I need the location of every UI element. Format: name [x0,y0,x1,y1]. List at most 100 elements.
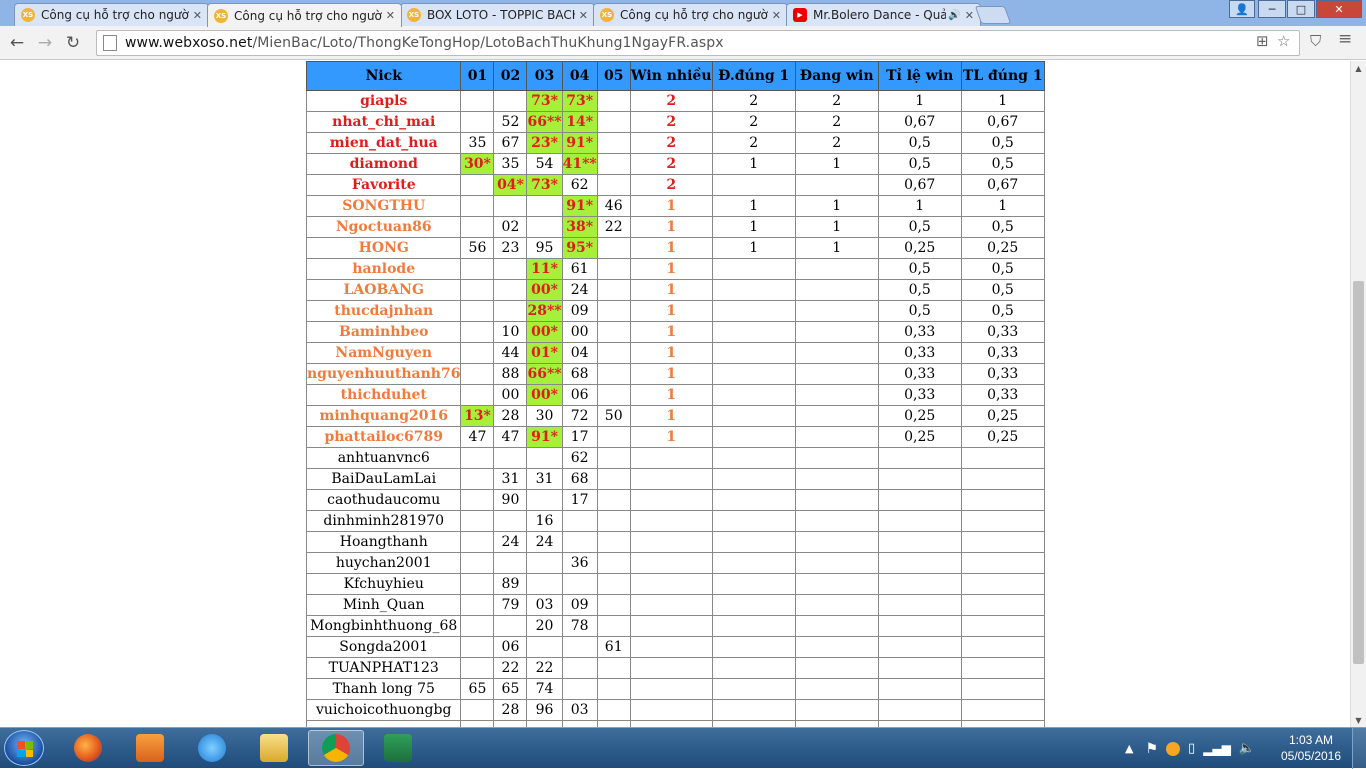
translate-icon[interactable]: ⊞ [1256,32,1269,50]
taskbar-app-button[interactable] [308,730,364,766]
start-button[interactable] [4,730,44,766]
day-cell: 41** [561,153,598,175]
new-tab-button[interactable] [974,6,1012,24]
browser-tab[interactable]: XS Công cụ hỗ trợ cho người ✕ [207,3,402,27]
day-cell: 31 [526,468,563,490]
day-cell: 96 [526,699,563,721]
xs-icon: XS [214,8,228,23]
browser-tab[interactable]: XS Công cụ hỗ trợ cho người ✕ [593,3,788,26]
close-tab-icon[interactable]: ✕ [193,9,202,22]
day-cell [460,384,495,406]
battery-icon[interactable]: ▯ [1188,741,1195,756]
win-count-cell [629,489,713,511]
close-tab-icon[interactable]: ✕ [965,9,974,22]
taskbar-app-button[interactable] [184,730,240,766]
first-correct-cell [711,279,796,301]
browser-tab[interactable]: XS BOX LOTO - TOPPIC BACH ✕ [400,3,595,26]
table-row: Mongbinhthuong_68 20 78 [305,615,1045,637]
taskbar-app-button[interactable] [370,730,426,766]
reload-icon[interactable]: ↻ [62,32,84,54]
nick-cell: thucdajnhan [305,300,462,322]
first-correct-cell [711,405,796,427]
menu-icon[interactable]: ≡ [1338,29,1352,49]
day-cell [526,447,563,469]
action-center-icon[interactable]: ⚑ [1145,741,1158,757]
current-win-cell [794,657,879,679]
win-count-cell: 1 [629,195,713,217]
day-cell [561,510,598,532]
close-window-button[interactable]: ✕ [1316,0,1362,18]
win-count-cell: 1 [629,321,713,343]
nick-cell: anhtuanvnc6 [305,447,462,469]
current-win-cell: 2 [794,132,879,154]
day-cell [460,468,495,490]
browser-tab[interactable]: XS Công cụ hỗ trợ cho người ✕ [14,3,209,26]
current-win-cell [794,342,879,364]
bookmark-star-icon[interactable]: ☆ [1277,32,1290,50]
first-correct-rate-cell [960,678,1045,700]
day-cell [493,279,528,301]
first-correct-rate-cell: 0,25 [960,426,1045,448]
day-cell: 06 [561,384,598,406]
first-correct-rate-cell [960,468,1045,490]
show-desktop-button[interactable] [1352,728,1366,769]
tab-title: Công cụ hỗ trợ cho người [620,8,768,22]
address-bar[interactable]: www.webxoso.net/MienBac/Loto/ThongKeTong… [96,30,1300,56]
volume-icon[interactable]: 🔈 [1239,741,1255,756]
scrollbar-thumb[interactable] [1353,281,1364,664]
forward-icon[interactable]: → [34,32,56,54]
antivirus-icon[interactable] [1166,741,1181,756]
day-cell [460,594,495,616]
current-win-cell [794,699,879,721]
vertical-scrollbar[interactable]: ▲ ▼ [1350,61,1366,727]
scroll-up-icon[interactable]: ▲ [1351,61,1366,75]
first-correct-cell [711,363,796,385]
file-explorer-icon [260,734,288,762]
day-cell: 72 [561,405,598,427]
day-cell [493,195,528,217]
table-row: dinhminh281970 16 [305,510,1045,532]
day-cell [596,279,631,301]
first-correct-cell [711,258,796,280]
taskbar-app-button[interactable] [122,730,178,766]
system-clock[interactable]: 1:03 AM 05/05/2016 [1276,732,1346,764]
day-cell [596,342,631,364]
table-row: giapls 73* 73* 2 2 2 1 1 [305,90,1045,112]
close-tab-icon[interactable]: ✕ [579,9,588,22]
win-count-cell: 1 [629,342,713,364]
day-cell: 62 [561,447,598,469]
extension-shield-icon[interactable]: ⛉ [1310,32,1321,50]
first-correct-cell [711,678,796,700]
minimize-button[interactable]: ─ [1258,0,1286,18]
day-cell: 78 [561,615,598,637]
win-count-cell: 2 [629,153,713,175]
day-cell: 16 [526,510,563,532]
win-count-cell: 2 [629,174,713,196]
win-count-cell [629,468,713,490]
day-cell [493,258,528,280]
current-win-cell: 1 [794,195,879,217]
taskbar-app-button[interactable] [246,730,302,766]
taskbar-app-button[interactable] [60,730,116,766]
day-cell: 28** [526,300,563,322]
close-tab-icon[interactable]: ✕ [386,9,395,22]
back-icon[interactable]: ← [6,32,28,54]
clock-time: 1:03 AM [1288,733,1334,747]
first-correct-cell [711,300,796,322]
first-correct-rate-cell: 0,67 [960,111,1045,133]
current-win-cell [794,510,879,532]
maximize-button[interactable]: □ [1287,0,1315,18]
audio-playing-icon[interactable]: 🔊 [948,10,960,21]
close-tab-icon[interactable]: ✕ [772,9,781,22]
current-win-cell: 1 [794,237,879,259]
tab-title: Công cụ hỗ trợ cho người [41,8,189,22]
column-header: 05 [596,61,631,91]
nick-cell: Baminhbeo [305,321,462,343]
user-profile-button[interactable]: 👤 [1229,0,1255,18]
show-hidden-icons-icon[interactable]: ▲ [1125,742,1133,755]
excel-icon [384,734,412,762]
scroll-down-icon[interactable]: ▼ [1351,713,1366,727]
network-icon[interactable]: ▂▄▆ [1203,742,1231,756]
browser-tab[interactable]: ▶ Mr.Bolero Dance - Quả 🔊 ✕ [786,3,981,26]
day-cell [493,90,528,112]
